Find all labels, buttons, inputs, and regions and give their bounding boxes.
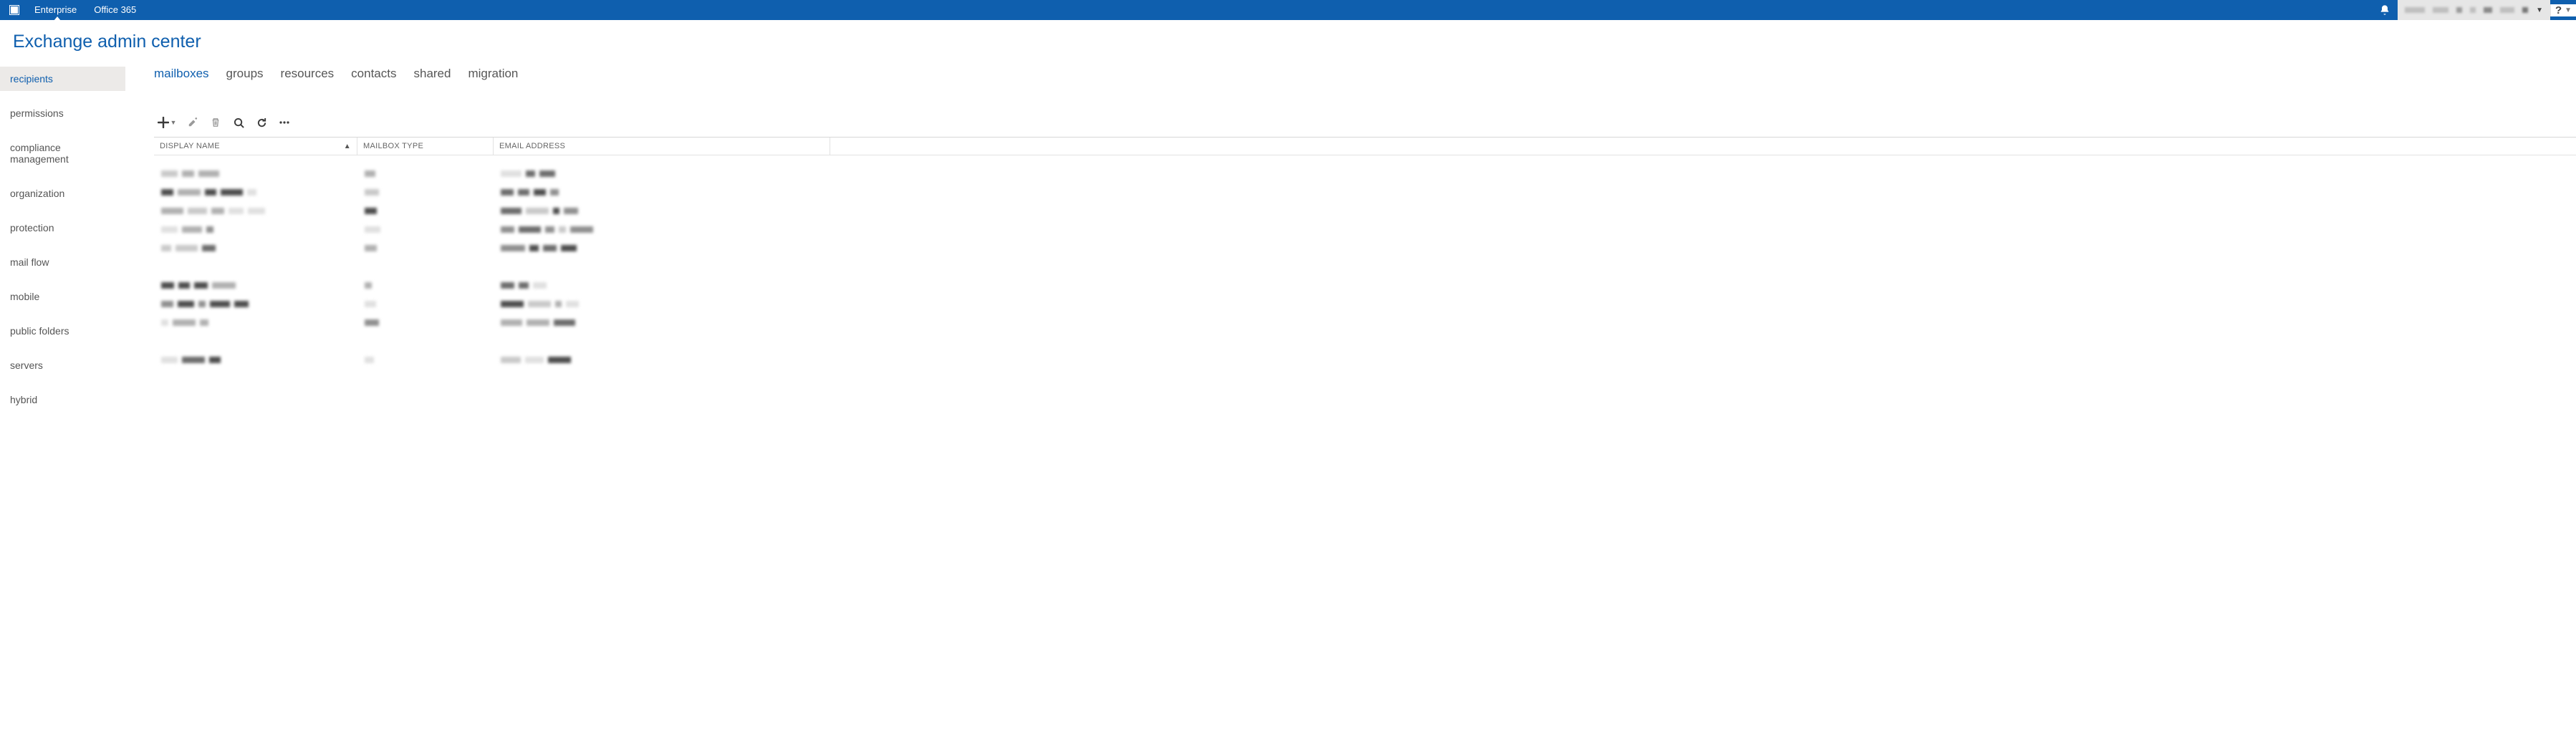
column-header-display-name[interactable]: DISPLAY NAME ▲ [154, 138, 357, 155]
sidebar-item-public-folders[interactable]: public folders [0, 319, 125, 343]
sidebar-item-permissions[interactable]: permissions [0, 101, 125, 125]
notifications-icon[interactable] [2372, 4, 2398, 16]
topbar-tab-enterprise[interactable]: Enterprise [26, 0, 85, 20]
column-header-mailbox-type[interactable]: MAILBOX TYPE [357, 138, 494, 155]
table-row[interactable] [154, 276, 2576, 294]
column-label: MAILBOX TYPE [363, 142, 423, 150]
table-row[interactable] [154, 164, 2576, 183]
sidebar-item-hybrid[interactable]: hybrid [0, 387, 125, 412]
page-title: Exchange admin center [0, 20, 2576, 67]
table-row[interactable] [154, 313, 2576, 332]
account-area[interactable]: ▼ [2398, 0, 2550, 20]
refresh-icon[interactable] [254, 115, 269, 130]
column-label: DISPLAY NAME [160, 142, 220, 150]
table-row-gap [154, 332, 2576, 350]
chevron-down-icon: ▼ [2565, 6, 2572, 14]
edit-icon[interactable] [186, 115, 200, 130]
subnav-item-mailboxes[interactable]: mailboxes [154, 67, 209, 81]
sidebar-item-organization[interactable]: organization [0, 181, 125, 206]
chevron-down-icon: ▼ [2536, 6, 2543, 14]
top-bar: Enterprise Office 365 ▼ ? ▼ [0, 0, 2576, 20]
column-header-email-address[interactable]: EMAIL ADDRESS [494, 138, 830, 155]
subnav-item-shared[interactable]: shared [413, 67, 451, 81]
main-layout: recipients permissions compliance manageme… [0, 67, 2576, 738]
chevron-down-icon: ▼ [170, 119, 177, 126]
sidebar-item-servers[interactable]: servers [0, 353, 125, 377]
subnav-item-contacts[interactable]: contacts [351, 67, 396, 81]
subnav-item-migration[interactable]: migration [468, 67, 518, 81]
delete-icon[interactable] [208, 115, 223, 130]
add-icon[interactable]: ▼ [157, 115, 177, 130]
sub-nav: mailboxes groups resources contacts shared mi… [154, 67, 2576, 81]
column-label: EMAIL ADDRESS [499, 142, 565, 150]
table-row[interactable] [154, 294, 2576, 313]
sidebar-item-protection[interactable]: protection [0, 216, 125, 240]
grid-body [154, 155, 2576, 369]
table-row[interactable] [154, 350, 2576, 369]
mailbox-grid: DISPLAY NAME ▲ MAILBOX TYPE EMAIL ADDRES… [154, 137, 2576, 369]
table-row[interactable] [154, 220, 2576, 238]
topbar-tab-office365[interactable]: Office 365 [85, 0, 145, 20]
sidebar: recipients permissions compliance manageme… [0, 67, 125, 738]
table-row[interactable] [154, 238, 2576, 257]
help-button[interactable]: ? ▼ [2550, 4, 2576, 16]
subnav-item-resources[interactable]: resources [281, 67, 335, 81]
table-row[interactable] [154, 201, 2576, 220]
list-toolbar: ▼ [154, 115, 2576, 130]
content-pane: mailboxes groups resources contacts shared mi… [125, 67, 2576, 738]
grid-header: DISPLAY NAME ▲ MAILBOX TYPE EMAIL ADDRES… [154, 138, 2576, 155]
sidebar-item-recipients[interactable]: recipients [0, 67, 125, 91]
column-header-spare [830, 138, 2576, 155]
search-icon[interactable] [231, 115, 246, 130]
sidebar-item-mail-flow[interactable]: mail flow [0, 250, 125, 274]
sidebar-item-compliance-management[interactable]: compliance management [0, 135, 125, 171]
subnav-item-groups[interactable]: groups [226, 67, 264, 81]
table-row-gap [154, 257, 2576, 276]
sort-asc-icon: ▲ [344, 143, 351, 150]
office-logo-icon [9, 4, 20, 16]
more-icon[interactable] [277, 115, 292, 130]
sidebar-item-mobile[interactable]: mobile [0, 284, 125, 309]
table-row[interactable] [154, 183, 2576, 201]
help-label: ? [2555, 4, 2562, 16]
